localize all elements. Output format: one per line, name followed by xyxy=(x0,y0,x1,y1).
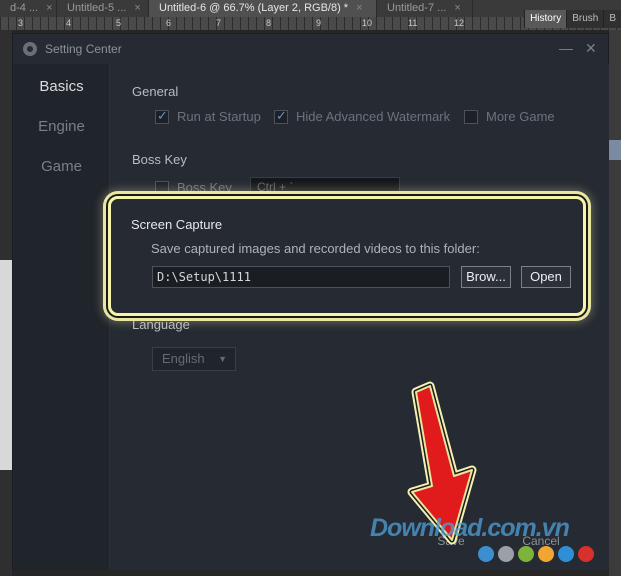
option-label: Boss Key xyxy=(177,180,232,195)
dialog-title: Setting Center xyxy=(45,42,122,56)
boss-key-shortcut-input[interactable]: Ctrl + ` xyxy=(250,177,400,197)
ruler-tick: 10 xyxy=(362,18,373,28)
hide-watermark-option[interactable]: Hide Advanced Watermark xyxy=(274,108,451,124)
ruler-tick: 9 xyxy=(316,18,322,28)
document-tab-4[interactable]: d-4 ... × xyxy=(0,0,57,17)
ruler-tick: 5 xyxy=(116,18,122,28)
boss-key-option[interactable]: Boss Key xyxy=(155,180,232,195)
sidebar-item-basics[interactable]: Basics xyxy=(13,78,110,95)
panel-tab-b[interactable]: B xyxy=(603,10,621,28)
more-game-option[interactable]: More Game xyxy=(464,109,555,124)
tab-close-icon[interactable]: × xyxy=(46,2,52,14)
document-tab-7[interactable]: Untitled-7 ... × xyxy=(377,0,473,17)
watermark-dot xyxy=(518,546,534,562)
panel-fragment xyxy=(609,140,621,160)
ruler-tick: 12 xyxy=(454,18,465,28)
screen-capture-section: Screen Capture Save captured images and … xyxy=(121,208,577,305)
tab-label: Untitled-7 ... xyxy=(387,2,447,14)
tab-close-icon[interactable]: × xyxy=(356,2,362,14)
watermark-dot xyxy=(478,546,494,562)
open-button[interactable]: Open xyxy=(521,266,571,288)
canvas-fragment xyxy=(0,260,12,470)
ruler-tick: 4 xyxy=(66,18,72,28)
screen: d-4 ... × Untitled-5 ... × Untitled-6 @ 66… xyxy=(0,0,621,576)
panel-tab-history[interactable]: History xyxy=(524,10,567,28)
watermark-dot xyxy=(578,546,594,562)
boss-key-heading: Boss Key xyxy=(132,152,187,167)
watermark-dots xyxy=(478,546,594,562)
general-heading: General xyxy=(132,84,179,99)
language-select[interactable]: English ▼ xyxy=(152,347,236,371)
option-label: Hide Advanced Watermark xyxy=(296,109,451,124)
sidebar-item-game[interactable]: Game xyxy=(13,158,110,175)
screen-capture-heading: Screen Capture xyxy=(131,217,223,232)
app-logo-icon xyxy=(23,42,37,56)
language-heading: Language xyxy=(132,317,190,332)
panel-tab-bar: History Brush B xyxy=(524,10,621,28)
document-tab-6[interactable]: Untitled-6 @ 66.7% (Layer 2, RGB/8) * × xyxy=(149,0,377,17)
boss-key-checkbox[interactable] xyxy=(155,180,169,195)
left-tool-strip xyxy=(0,30,12,576)
ruler-tick: 8 xyxy=(266,18,272,28)
capture-folder-input[interactable]: D:\Setup\1111 xyxy=(152,266,450,288)
more-game-checkbox[interactable] xyxy=(464,109,478,124)
run-at-startup-option[interactable]: Run at Startup xyxy=(155,108,261,124)
screen-capture-description: Save captured images and recorded videos… xyxy=(151,241,480,256)
ruler-tick: 11 xyxy=(408,18,418,28)
ruler-tick: 3 xyxy=(18,18,24,28)
dialog-title-bar: Setting Center — ✕ xyxy=(13,34,608,64)
settings-content: General Run at Startup Hide Advanced Wat… xyxy=(111,64,609,570)
tab-label: d-4 ... xyxy=(10,2,39,14)
tab-close-icon[interactable]: × xyxy=(134,2,140,14)
run-at-startup-checkbox[interactable] xyxy=(155,108,169,124)
tab-label: Untitled-6 @ 66.7% (Layer 2, RGB/8) * xyxy=(159,2,349,14)
watermark-dot xyxy=(538,546,554,562)
tab-close-icon[interactable]: × xyxy=(454,2,460,14)
option-label: Run at Startup xyxy=(177,109,261,124)
close-icon[interactable]: ✕ xyxy=(585,38,597,58)
panel-tab-brush[interactable]: Brush xyxy=(566,10,604,28)
browse-button[interactable]: Brow... xyxy=(461,266,511,288)
language-selected-value: English xyxy=(162,351,205,366)
settings-sidebar: Basics Engine Game xyxy=(13,64,110,570)
document-tab-5[interactable]: Untitled-5 ... × xyxy=(57,0,149,17)
watermark-dot xyxy=(558,546,574,562)
chevron-down-icon: ▼ xyxy=(218,354,227,364)
hide-watermark-checkbox[interactable] xyxy=(274,108,288,124)
minimize-button[interactable]: — xyxy=(559,38,573,58)
watermark-dot xyxy=(498,546,514,562)
sidebar-item-engine[interactable]: Engine xyxy=(13,118,110,135)
ruler-tick: 7 xyxy=(216,18,222,28)
right-panel-strip xyxy=(609,30,621,576)
ruler-tick: 6 xyxy=(166,18,172,28)
tab-label: Untitled-5 ... xyxy=(67,2,127,14)
option-label: More Game xyxy=(486,109,555,124)
site-watermark: Download.com.vn xyxy=(370,514,570,542)
